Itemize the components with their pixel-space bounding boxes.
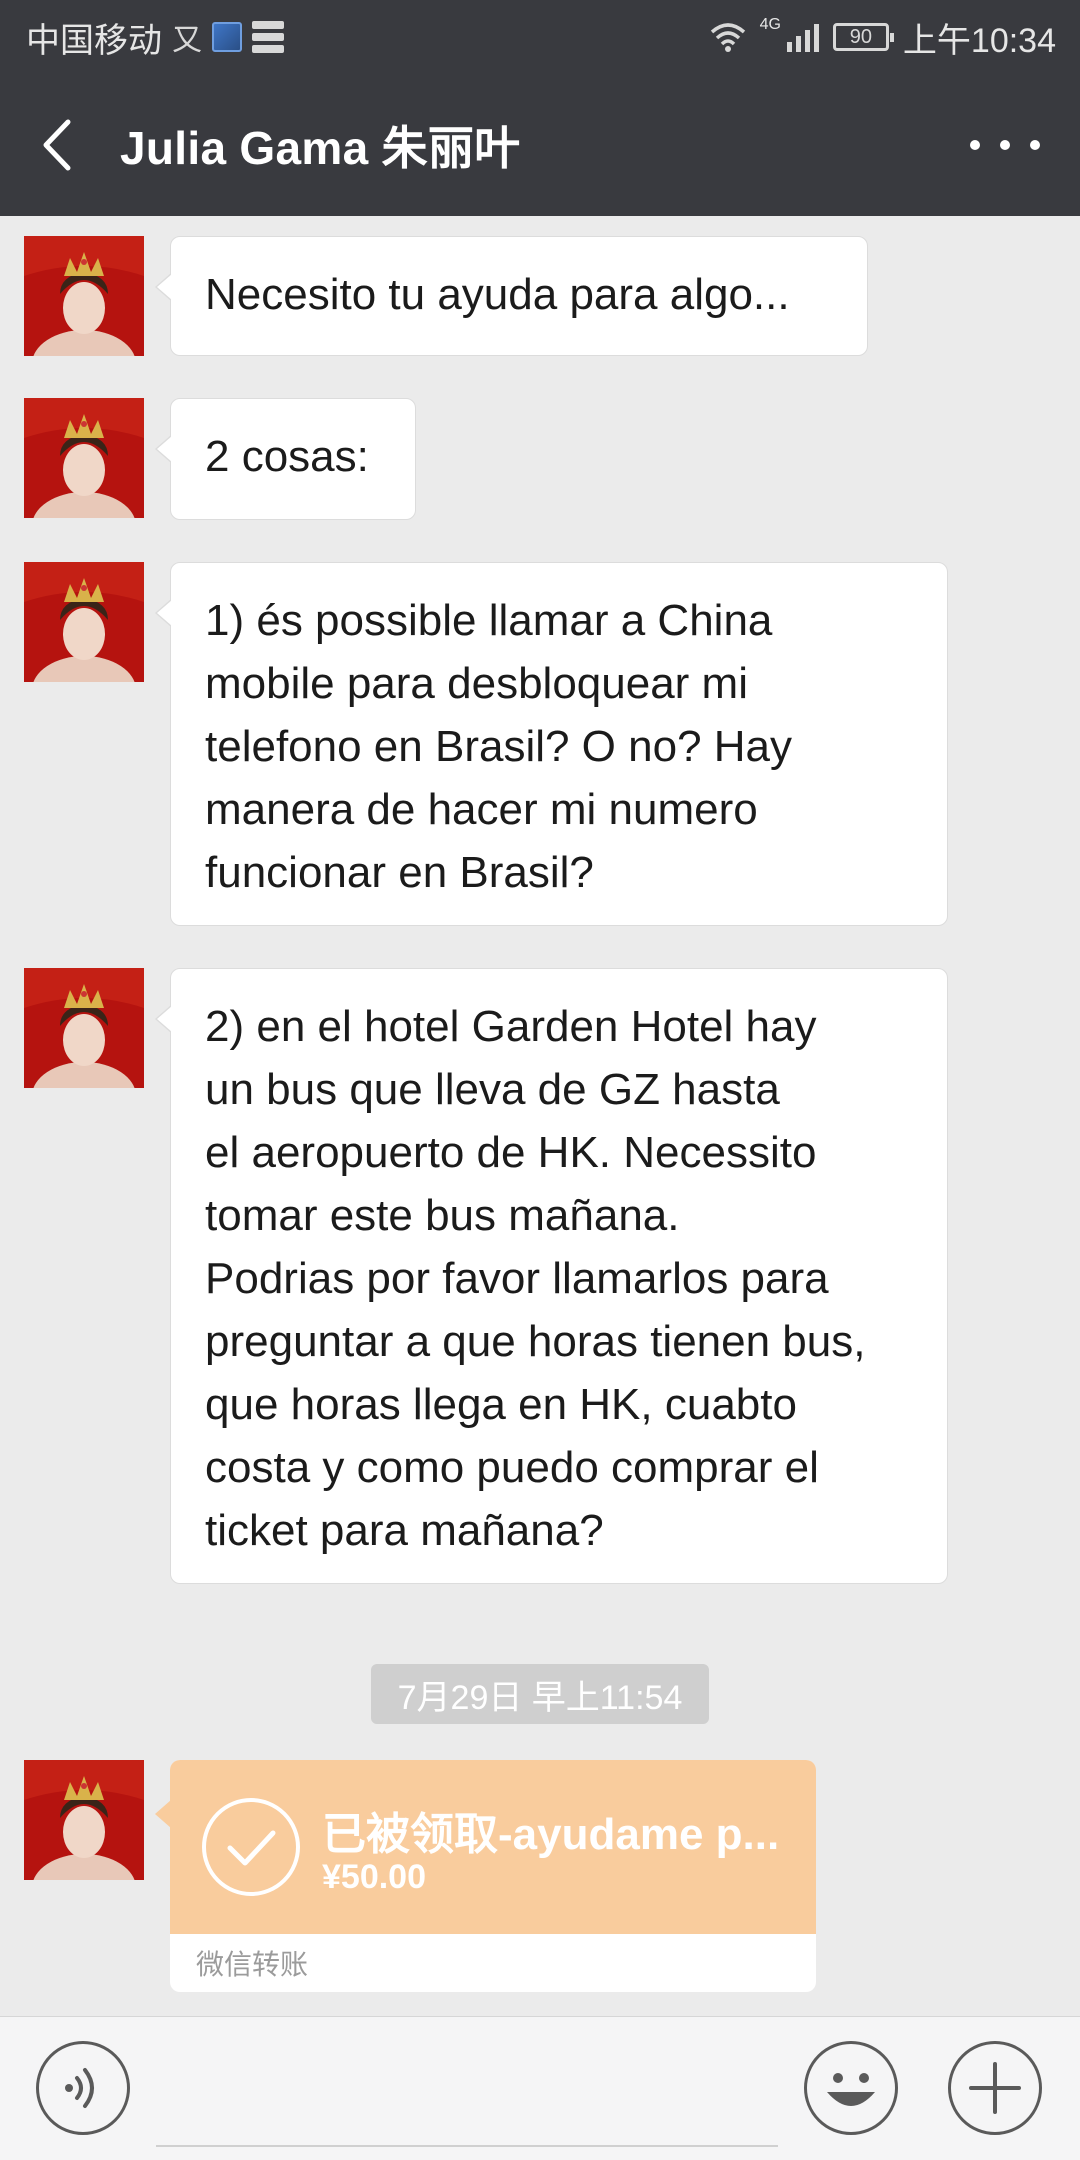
emoji-icon xyxy=(827,2073,875,2106)
transfer-amount: ¥50.00 xyxy=(322,1858,426,1896)
message-text: 1) és possible llamar a China xyxy=(205,596,773,645)
contact-avatar[interactable] xyxy=(24,398,144,518)
message-text: mobile para desbloquear mi xyxy=(205,659,748,708)
transfer-source-label: 微信转账 xyxy=(196,1949,309,1980)
voice-icon xyxy=(65,2068,94,2108)
back-button[interactable] xyxy=(30,110,90,180)
voice-button[interactable] xyxy=(36,2041,130,2135)
message-bubble[interactable]: Necesito tu ayuda para algo... xyxy=(155,236,868,356)
message-bubble[interactable]: 2 cosas: xyxy=(155,398,416,520)
message-bubble[interactable]: 2) en el hotel Garden Hotel hay un bus q… xyxy=(155,968,948,1584)
message-input[interactable] xyxy=(156,2037,778,2147)
image-notification-icon xyxy=(212,22,242,52)
contact-avatar[interactable] xyxy=(24,968,144,1088)
message-bubble[interactable]: 1) és possible llamar a China mobile par… xyxy=(155,562,948,926)
message-text: un bus que lleva de GZ hasta xyxy=(205,1065,780,1114)
message-text: funcionar en Brasil? xyxy=(205,848,594,897)
timestamp: 7月29日 早上11:54 xyxy=(371,1664,709,1724)
message-text: Necesito tu ayuda para algo... xyxy=(205,270,790,319)
more-dots-icon xyxy=(970,140,980,150)
clock: 上午10:34 xyxy=(902,21,1056,60)
transfer-card-header: 已被领取-ayudame p... ¥50.00 xyxy=(170,1760,816,1934)
contact-avatar[interactable] xyxy=(24,236,144,356)
battery-icon: 90 xyxy=(832,23,894,51)
contact-avatar[interactable] xyxy=(24,1760,144,1880)
message-text: telefono en Brasil? O no? Hay xyxy=(205,722,793,771)
check-circle-icon xyxy=(202,1798,300,1896)
message-text: el aeropuerto de HK. Necessito xyxy=(205,1128,817,1177)
plus-button[interactable] xyxy=(948,2041,1042,2135)
carrier-name: 中国移动 xyxy=(26,21,162,60)
wifi-icon xyxy=(710,23,745,52)
emoji-button[interactable] xyxy=(804,2041,898,2135)
more-button[interactable] xyxy=(970,120,1040,170)
carrier-glyph: ⼜ xyxy=(172,24,202,57)
message-text: Podrias por favor llamarlos para xyxy=(205,1254,829,1303)
message-text: costa y como puedo comprar el xyxy=(205,1443,819,1492)
plus-icon xyxy=(969,2062,1021,2114)
chevron-left-icon xyxy=(43,119,71,171)
message-text: 2 cosas: xyxy=(205,432,369,481)
message-text: 2) en el hotel Garden Hotel hay xyxy=(205,1002,817,1051)
transfer-title: 已被领取-ayudame p... xyxy=(322,1810,780,1859)
message-text: preguntar a que horas tienen bus, xyxy=(205,1317,866,1366)
storage-notification-icon xyxy=(252,21,284,53)
network-type: 4G xyxy=(759,16,781,33)
contact-avatar[interactable] xyxy=(24,562,144,682)
transfer-card[interactable]: 已被领取-ayudame p... ¥50.00 微信转账 xyxy=(155,1760,816,1992)
chat-title: Julia Gama 朱丽叶 xyxy=(120,122,521,174)
message-text: manera de hacer mi numero xyxy=(205,785,758,834)
title-bar: Julia Gama 朱丽叶 xyxy=(0,74,1080,216)
input-bar xyxy=(0,2016,1080,2160)
status-bar: 中国移动 ⼜ 4G 90 上午10:34 xyxy=(0,0,1080,74)
signal-icon xyxy=(786,22,819,52)
message-text: tomar este bus mañana. xyxy=(205,1191,680,1240)
message-text: ticket para mañana? xyxy=(205,1506,604,1555)
message-text: que horas llega en HK, cuabto xyxy=(205,1380,797,1429)
battery-level: 90 xyxy=(849,25,873,48)
